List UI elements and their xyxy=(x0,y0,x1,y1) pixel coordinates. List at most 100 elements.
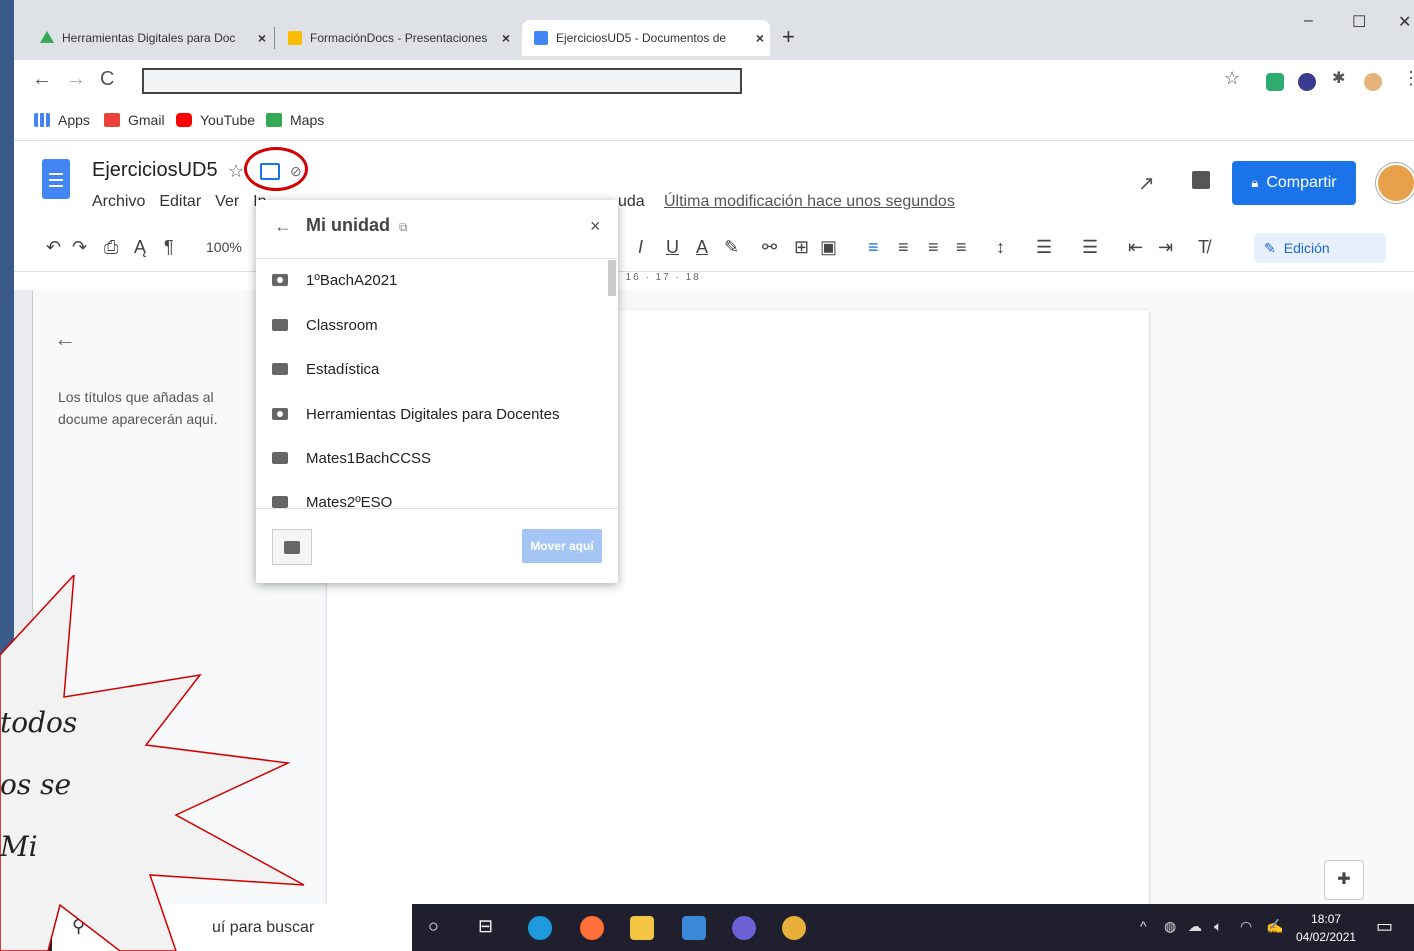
bookmark-apps[interactable]: Apps xyxy=(34,112,90,128)
italic-icon[interactable]: I xyxy=(638,237,643,258)
increase-indent-icon[interactable]: ⇥ xyxy=(1158,237,1173,258)
back-arrow-icon[interactable]: ← xyxy=(274,216,292,237)
task-view-icon[interactable]: ⊟ xyxy=(478,916,493,937)
back-button[interactable]: ← xyxy=(32,68,52,91)
app-w-icon[interactable] xyxy=(732,916,756,940)
extension-icon[interactable] xyxy=(1266,73,1284,91)
address-bar[interactable] xyxy=(142,68,742,94)
spellcheck-icon[interactable]: Ą xyxy=(134,237,146,258)
edge-icon[interactable] xyxy=(528,916,552,940)
bookmark-youtube[interactable]: YouTube xyxy=(176,112,255,128)
comments-icon[interactable] xyxy=(1192,171,1210,189)
pen-icon[interactable]: ✍ xyxy=(1266,918,1283,935)
close-window-button[interactable]: ✕ xyxy=(1398,12,1411,32)
share-button[interactable]: 🔒︎ Compartir xyxy=(1232,161,1356,205)
menu-editar[interactable]: Editar xyxy=(159,193,201,211)
bookmark-star-icon[interactable]: ☆ xyxy=(1224,68,1240,89)
outlook-icon[interactable] xyxy=(682,916,706,940)
close-icon[interactable]: × xyxy=(590,216,601,237)
list-item[interactable]: Mates1BachCCSS xyxy=(272,446,431,470)
tab-herramientas[interactable]: Herramientas Digitales para Doc × xyxy=(28,20,272,56)
image-icon[interactable]: ▣ xyxy=(820,237,837,258)
align-right-icon[interactable]: ≡ xyxy=(928,237,939,258)
explore-icon[interactable]: ✚ xyxy=(1324,860,1364,900)
profile-icon[interactable] xyxy=(1364,73,1382,91)
list-item[interactable]: Mates2ºESO xyxy=(272,490,392,508)
reload-button[interactable]: C xyxy=(100,68,114,91)
align-left-icon[interactable]: ≡ xyxy=(868,237,879,258)
redo-icon[interactable]: ↷ xyxy=(72,237,87,258)
volume-icon[interactable]: 🔈︎ xyxy=(1214,918,1222,935)
new-folder-button[interactable] xyxy=(272,529,312,565)
menu-archivo[interactable]: Archivo xyxy=(92,193,145,211)
undo-icon[interactable]: ↶ xyxy=(46,237,61,258)
activity-icon[interactable]: ↗ xyxy=(1138,171,1155,196)
minimize-button[interactable]: – xyxy=(1304,12,1313,30)
clear-format-icon[interactable]: T̸ xyxy=(1198,237,1209,258)
list-item[interactable]: Estadística xyxy=(272,357,379,381)
forward-button[interactable]: → xyxy=(66,68,86,91)
numbered-list-icon[interactable]: ☰ xyxy=(1036,237,1052,258)
close-icon[interactable]: × xyxy=(496,30,516,46)
line-spacing-icon[interactable]: ↕ xyxy=(996,237,1005,258)
close-icon[interactable]: × xyxy=(750,30,770,46)
star-icon[interactable]: ☆ xyxy=(228,161,244,182)
document-title[interactable]: EjerciciosUD5 xyxy=(92,159,218,182)
dialog-header: ← Mi unidad ⧉ × xyxy=(256,200,618,259)
text-color-icon[interactable]: A xyxy=(696,237,708,258)
list-item[interactable]: Herramientas Digitales para Docentes xyxy=(272,402,559,426)
tab-formaciondocs[interactable]: FormaciónDocs - Presentaciones × xyxy=(276,20,516,56)
folder-icon xyxy=(272,363,288,375)
bookmark-maps[interactable]: Maps xyxy=(266,112,324,128)
bulleted-list-icon[interactable]: ☰ xyxy=(1082,237,1098,258)
tray-chevron-icon[interactable]: ^ xyxy=(1140,918,1147,934)
close-icon[interactable]: × xyxy=(252,30,272,46)
bookmark-gmail[interactable]: Gmail xyxy=(104,112,165,128)
align-center-icon[interactable]: ≡ xyxy=(898,237,909,258)
new-folder-icon xyxy=(284,540,300,554)
last-modified-link[interactable]: Última modificación hace unos segundos xyxy=(664,193,955,211)
apps-grid-icon xyxy=(34,113,50,127)
onedrive-icon[interactable]: ☁ xyxy=(1188,918,1202,935)
list-item[interactable]: Classroom xyxy=(272,313,378,337)
puzzle-icon[interactable]: ✱ xyxy=(1332,68,1345,88)
zoom-select[interactable]: 100% xyxy=(206,239,242,255)
align-justify-icon[interactable]: ≡ xyxy=(956,237,967,258)
file-explorer-icon[interactable] xyxy=(630,916,654,940)
decrease-indent-icon[interactable]: ⇤ xyxy=(1128,237,1143,258)
taskbar-clock[interactable]: 18:07 04/02/2021 xyxy=(1296,910,1356,946)
avatar[interactable] xyxy=(1376,163,1414,203)
outline-back-icon[interactable]: ← xyxy=(54,326,76,352)
taskbar-search[interactable]: ⚲ uí para buscar xyxy=(52,904,412,951)
chrome-icon[interactable] xyxy=(782,916,806,940)
scrollbar[interactable] xyxy=(608,260,616,296)
paint-format-icon[interactable]: ¶ xyxy=(164,237,174,258)
maximize-button[interactable]: ☐ xyxy=(1352,12,1366,32)
tab-title: FormaciónDocs - Presentaciones xyxy=(310,31,488,45)
dialog-title[interactable]: Mi unidad ⧉ xyxy=(306,215,408,236)
kebab-menu-icon[interactable]: ⋮ xyxy=(1402,68,1414,89)
move-dialog: ← Mi unidad ⧉ × 1ºBachA2021 Classroom Es… xyxy=(256,200,618,583)
move-here-button[interactable]: Mover aquí xyxy=(522,529,602,563)
link-icon[interactable]: ⚯ xyxy=(762,237,777,258)
shared-folder-icon xyxy=(272,274,288,286)
tray-network-icon[interactable]: ◍ xyxy=(1164,918,1176,935)
menu-ayuda[interactable]: uda xyxy=(618,193,645,211)
tab-ejercicios[interactable]: EjerciciosUD5 - Documentos de × xyxy=(522,20,770,56)
list-item[interactable]: 1ºBachA2021 xyxy=(272,268,397,292)
comment-icon[interactable]: ⊞ xyxy=(794,237,809,258)
lock-icon: 🔒︎ xyxy=(1251,175,1259,190)
extension-icon[interactable] xyxy=(1298,73,1316,91)
print-icon[interactable]: ⎙ xyxy=(104,237,118,258)
cortana-icon[interactable]: ○ xyxy=(428,916,439,937)
mode-select[interactable]: ✎ Edición xyxy=(1254,233,1386,263)
editor-workspace: ← Los títulos que añadas al docume apare… xyxy=(14,290,1414,910)
new-tab-button[interactable]: + xyxy=(782,24,795,50)
firefox-icon[interactable] xyxy=(580,916,604,940)
wifi-icon[interactable]: ◠ xyxy=(1240,918,1252,935)
underline-icon[interactable]: U xyxy=(666,237,679,258)
menu-ver[interactable]: Ver xyxy=(215,193,239,211)
docs-logo-icon[interactable] xyxy=(42,159,70,199)
notification-icon[interactable]: ▭ xyxy=(1376,916,1393,937)
highlight-icon[interactable]: ✎ xyxy=(724,237,739,258)
